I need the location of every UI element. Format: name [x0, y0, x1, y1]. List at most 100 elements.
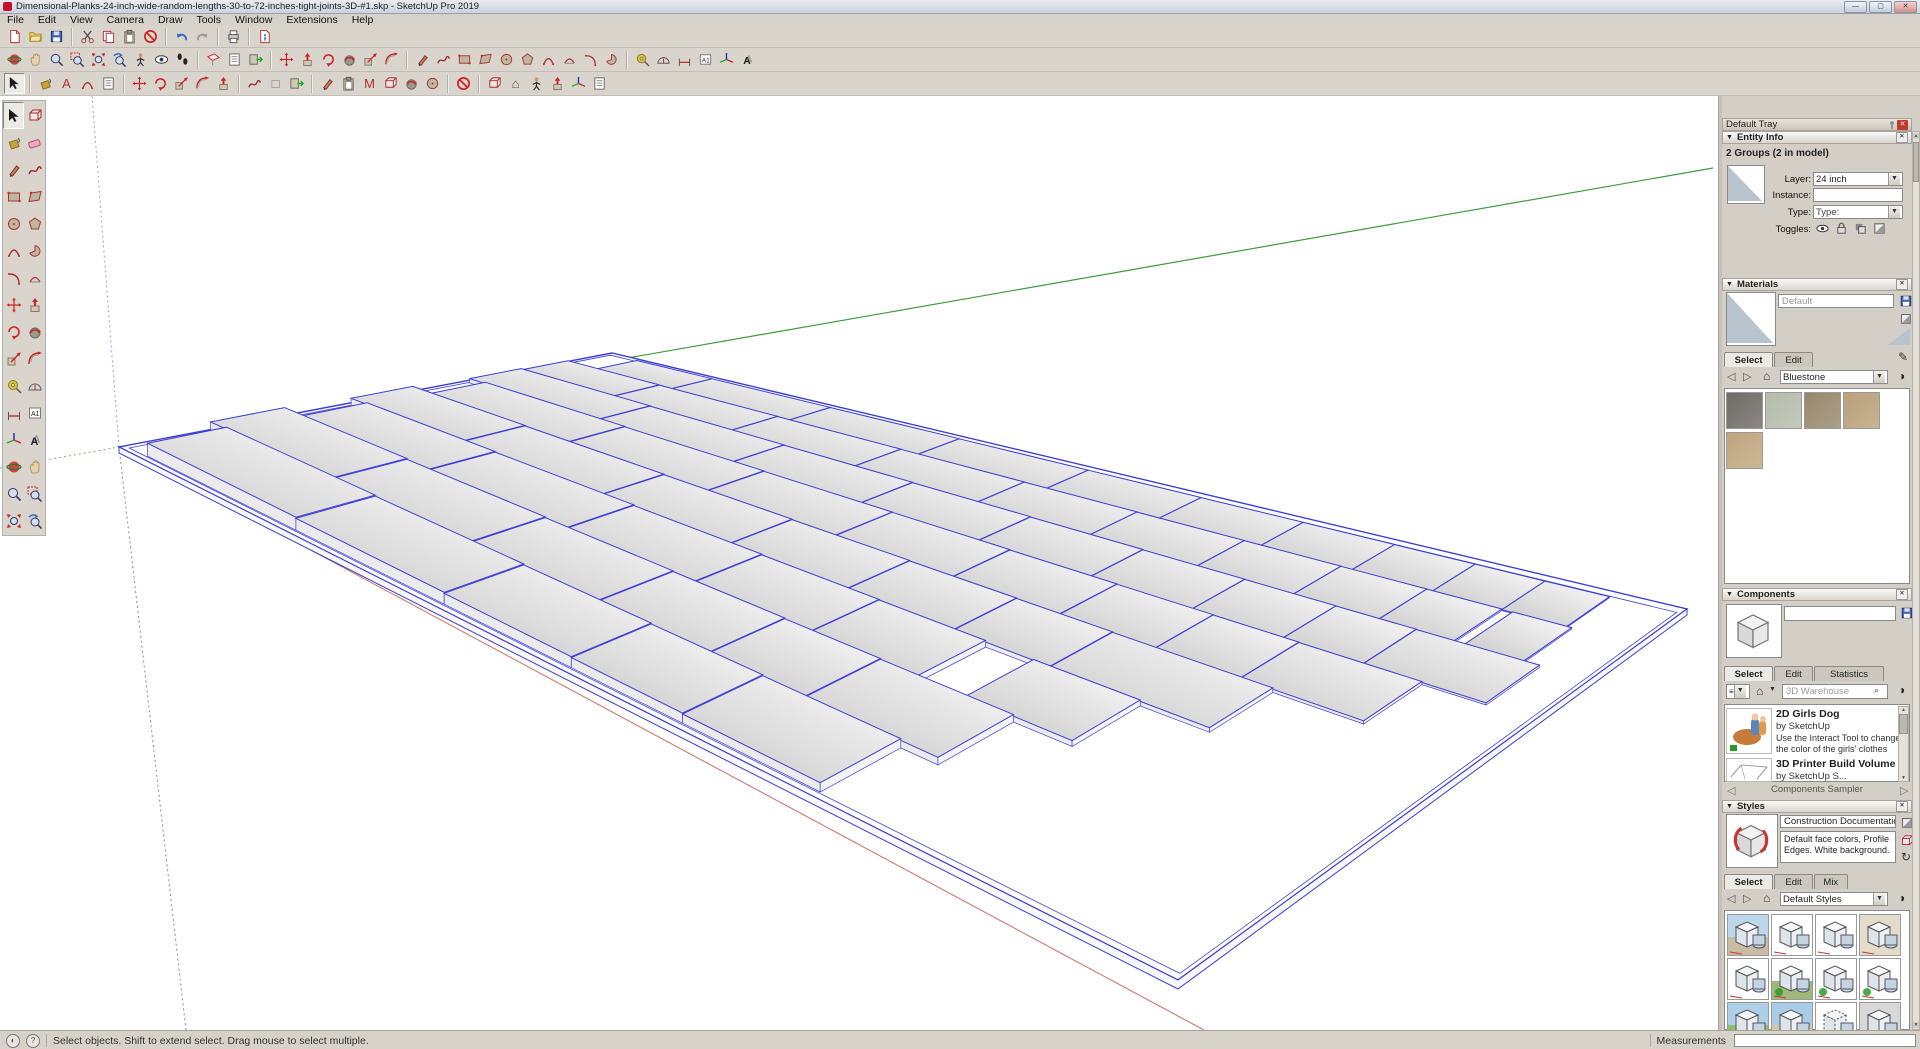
scale-tool-button[interactable] — [3, 345, 24, 372]
look-around-tool-button[interactable] — [151, 49, 172, 70]
plugin-label-tool-button[interactable]: A — [56, 73, 77, 94]
freehand-tool-button[interactable] — [24, 156, 45, 183]
pie-tool-button[interactable] — [601, 49, 622, 70]
type-dropdown[interactable]: Type: ▼ — [1813, 205, 1903, 219]
maximize-button[interactable]: ▢ — [1869, 1, 1892, 13]
components[interactable]: ▼ Components ✕ — [1722, 588, 1912, 601]
model-info-tool-button[interactable] — [254, 26, 275, 47]
style-thumb-8[interactable] — [1859, 958, 1901, 1000]
zoom-extents-tool-button[interactable] — [3, 507, 24, 534]
move-tool-button[interactable] — [276, 49, 297, 70]
materials-details-icon[interactable]: ◑ — [1898, 369, 1905, 383]
redo-tool-button[interactable] — [192, 26, 213, 47]
position-camera-tool-button[interactable] — [130, 49, 151, 70]
save-tool-button[interactable] — [46, 26, 67, 47]
pie-tool-button[interactable] — [24, 237, 45, 264]
style-name-field[interactable]: Construction Documentation St — [1780, 815, 1896, 828]
styles-tab-mix[interactable]: Mix — [1814, 874, 1848, 889]
chevron-down-icon[interactable]: ▼ — [1734, 685, 1746, 698]
collapse-icon[interactable]: ▼ — [1726, 281, 1733, 288]
walk-tool-button[interactable] — [172, 49, 193, 70]
material-name-input[interactable] — [1778, 294, 1894, 308]
collapse-icon[interactable]: ▼ — [1726, 803, 1733, 810]
select-tool-button[interactable] — [4, 73, 25, 94]
styles-forward-icon[interactable]: ▷ — [1743, 892, 1751, 905]
plugin-erase-tool-button[interactable] — [453, 73, 474, 94]
plugin-axes-tool-button[interactable] — [568, 73, 589, 94]
plugin-pushpull-tool-button[interactable] — [213, 73, 234, 94]
components-tab-statistics[interactable]: Statistics — [1814, 666, 1884, 681]
zoom-previous-tool-button[interactable] — [24, 507, 45, 534]
geolocation-icon[interactable]: ◐ — [6, 1034, 20, 1048]
menu-tools[interactable]: Tools — [189, 14, 228, 26]
freehand-tool-button[interactable] — [433, 49, 454, 70]
model-viewport[interactable] — [0, 96, 1718, 1030]
chevron-down-icon[interactable]: ▼ — [1873, 893, 1885, 905]
entity-info-close-icon[interactable]: ✕ — [1896, 132, 1908, 143]
new-document-tool-button[interactable] — [4, 26, 25, 47]
menu-extensions[interactable]: Extensions — [279, 14, 344, 26]
components-next-icon[interactable]: ▷ — [1900, 784, 1908, 797]
material-swatch-3[interactable] — [1804, 392, 1841, 429]
push-pull-tool-button[interactable] — [24, 291, 45, 318]
3d-text-tool-button[interactable] — [737, 49, 758, 70]
polygon-tool-button[interactable] — [517, 49, 538, 70]
three-point-arc-tool-button[interactable] — [3, 264, 24, 291]
search-icon[interactable]: ⌕ — [1874, 685, 1879, 696]
style-thumb-3[interactable] — [1815, 914, 1857, 956]
plugin-report-tool-button[interactable] — [98, 73, 119, 94]
pin-icon[interactable] — [1887, 120, 1897, 130]
measurements-input[interactable] — [1734, 1034, 1916, 1047]
instance-input[interactable] — [1813, 188, 1903, 202]
pan-tool-button[interactable] — [25, 49, 46, 70]
rotate-tool-button[interactable] — [318, 49, 339, 70]
orbit-tool-button[interactable] — [3, 453, 24, 480]
zoom-tool-button[interactable] — [3, 480, 24, 507]
make-component-tool-button[interactable] — [24, 102, 45, 129]
follow-me-tool-button[interactable] — [24, 318, 45, 345]
copy-tool-button[interactable] — [98, 26, 119, 47]
chevron-down-icon[interactable]: ▼ — [1873, 371, 1885, 383]
tape-measure-tool-button[interactable] — [632, 49, 653, 70]
text-tool-button[interactable] — [695, 49, 716, 70]
dimension-tool-button[interactable] — [3, 399, 24, 426]
materials-back-icon[interactable]: ◁ — [1727, 370, 1735, 383]
offset-tool-button[interactable] — [24, 345, 45, 372]
menu-help[interactable]: Help — [345, 14, 381, 26]
circle-tool-button[interactable] — [3, 210, 24, 237]
plugin-paste-tool-button[interactable] — [338, 73, 359, 94]
line-tool-button[interactable] — [3, 156, 24, 183]
protractor-tool-button[interactable] — [24, 372, 45, 399]
axes-tool-button[interactable] — [3, 426, 24, 453]
orbit-tool-button[interactable] — [4, 49, 25, 70]
plugin-push-tool-button[interactable] — [547, 73, 568, 94]
scale-tool-button[interactable] — [360, 49, 381, 70]
menu-view[interactable]: View — [63, 14, 100, 26]
plugin-component-tool-button[interactable] — [380, 73, 401, 94]
push-pull-tool-button[interactable] — [297, 49, 318, 70]
plugin-follow-tool-button[interactable] — [401, 73, 422, 94]
menu-window[interactable]: Window — [228, 14, 279, 26]
plugin-export-tool-button[interactable] — [286, 73, 307, 94]
style-thumb-7[interactable] — [1815, 958, 1857, 1000]
rectangle-tool-button[interactable] — [454, 49, 475, 70]
component-item-thumbnail[interactable] — [1726, 758, 1772, 782]
paste-tool-button[interactable] — [119, 26, 140, 47]
zoom-window-tool-button[interactable] — [67, 49, 88, 70]
paint-bucket-tool-button[interactable] — [3, 129, 24, 156]
zoom-extents-tool-button[interactable] — [88, 49, 109, 70]
components-tab-edit[interactable]: Edit — [1774, 666, 1813, 681]
two-point-arc-tool-button[interactable] — [24, 264, 45, 291]
help-icon[interactable]: ? — [26, 1034, 40, 1048]
plugin-circle-tool-button[interactable] — [422, 73, 443, 94]
components-prev-icon[interactable]: ◁ — [1727, 784, 1735, 797]
tray-close-icon[interactable]: ✕ — [1897, 120, 1908, 130]
locked-toggle-icon[interactable] — [1834, 221, 1850, 237]
plugin-freehand-tool-button[interactable] — [244, 73, 265, 94]
plugin-cube-tool-button[interactable] — [484, 73, 505, 94]
plugin-paint-tool-button[interactable] — [35, 73, 56, 94]
plugin-rotate-tool-button[interactable] — [150, 73, 171, 94]
export-tool-button[interactable] — [245, 49, 266, 70]
plugin-box-tool-button[interactable]: □ — [265, 73, 286, 94]
circle-tool-button[interactable] — [496, 49, 517, 70]
